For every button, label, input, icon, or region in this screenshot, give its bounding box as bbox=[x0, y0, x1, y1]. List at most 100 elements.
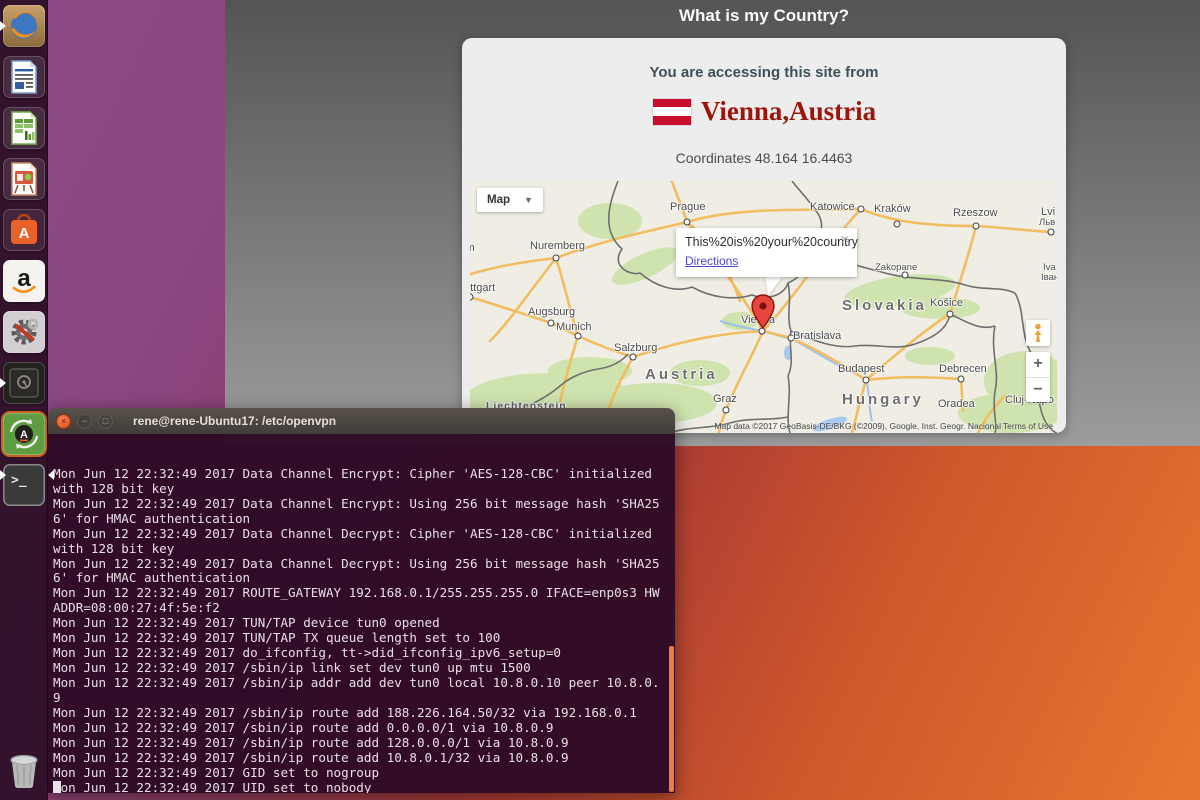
terminal-title: rene@rene-Ubuntu17: /etc/openvpn bbox=[133, 414, 337, 428]
geolocation-card: You are accessing this site from Vienna,… bbox=[462, 38, 1066, 433]
terminal-line: Mon Jun 12 22:32:49 2017 /sbin/ip route … bbox=[53, 749, 569, 765]
map-label: Salzburg bbox=[614, 342, 658, 354]
map-label: Košice bbox=[930, 297, 964, 309]
page-title: What is my Country? bbox=[678, 6, 849, 25]
terminal-window: × − □ rene@rene-Ubuntu17: /etc/openvpn M… bbox=[48, 408, 675, 793]
austria-flag-icon bbox=[651, 97, 692, 126]
info-window-tail bbox=[765, 276, 783, 296]
terminal-line: Mon Jun 12 22:32:49 2017 /sbin/ip addr a… bbox=[53, 675, 660, 691]
city-dot bbox=[957, 375, 965, 383]
launcher-item-firefox[interactable] bbox=[3, 5, 45, 47]
svg-text:a: a bbox=[17, 265, 31, 292]
zoom-control: + − bbox=[1026, 352, 1050, 402]
software-updater-icon: A bbox=[9, 419, 39, 449]
terminal-line: Mon Jun 12 22:32:49 2017 do_ifconfig, tt… bbox=[53, 645, 561, 661]
terms-link[interactable]: Terms of Use bbox=[1003, 421, 1053, 431]
map-label: Prague bbox=[670, 201, 706, 213]
running-indicator-terminal bbox=[0, 470, 6, 480]
marker-pin-icon[interactable] bbox=[749, 293, 777, 331]
libreoffice-calc-icon bbox=[11, 111, 37, 145]
google-map[interactable]: eimetuttgartNurembergAugsburgMunichSalzb… bbox=[470, 181, 1057, 433]
map-type-control[interactable]: Map ▼ bbox=[477, 188, 543, 212]
map-type-label: Map bbox=[487, 194, 510, 206]
launcher-item-terminal[interactable]: >_ bbox=[3, 464, 45, 506]
terminal-line: with 128 bit key bbox=[53, 480, 175, 496]
close-icon[interactable]: × bbox=[841, 232, 849, 246]
launcher-item-amazon[interactable]: a bbox=[3, 260, 45, 302]
svg-text:>_: >_ bbox=[11, 473, 27, 488]
zoom-out-button[interactable]: − bbox=[1026, 378, 1050, 403]
svg-text:A: A bbox=[20, 429, 28, 441]
libreoffice-writer-icon bbox=[11, 60, 37, 94]
map-label: Munich bbox=[556, 321, 592, 333]
terminal-line: ADDR=08:00:27:4f:5e:f2 bbox=[53, 600, 220, 616]
running-indicator-safe bbox=[0, 378, 6, 388]
terminal-line: Mon Jun 12 22:32:49 2017 Data Channel En… bbox=[53, 495, 660, 511]
zoom-in-button[interactable]: + bbox=[1026, 352, 1050, 377]
terminal-output[interactable]: Mon Jun 12 22:32:49 2017 Data Channel En… bbox=[48, 434, 675, 793]
map-label: Kraków bbox=[874, 203, 911, 215]
map-label: Graz bbox=[713, 393, 737, 405]
terminal-line: Mon Jun 12 22:32:49 2017 TUN/TAP device … bbox=[53, 615, 440, 631]
map-label: tuttgart bbox=[470, 282, 496, 294]
map-label: Slovakia bbox=[842, 297, 927, 314]
map-label: Hungary bbox=[842, 391, 924, 408]
terminal-line: 9 bbox=[53, 689, 61, 705]
coordinates-text: Coordinates 48.164 16.4463 bbox=[675, 150, 853, 166]
terminal-line: Mon Jun 12 22:32:49 2017 /sbin/ip route … bbox=[53, 704, 637, 720]
city-dot bbox=[629, 353, 637, 361]
launcher-item-libreoffice-impress[interactable] bbox=[3, 158, 45, 200]
launcher-item-safe[interactable] bbox=[3, 362, 45, 404]
map-label: Rzeszow bbox=[953, 207, 998, 219]
unity-launcher: A a A >_ bbox=[0, 0, 48, 800]
terminal-icon: >_ bbox=[11, 473, 27, 488]
launcher-item-libreoffice-calc[interactable] bbox=[3, 107, 45, 149]
pegman-control[interactable] bbox=[1026, 320, 1050, 346]
map-label: Bratislava bbox=[793, 330, 842, 342]
launcher-item-ubuntu-software[interactable]: A bbox=[3, 209, 45, 251]
map-label: Льв bbox=[1039, 217, 1056, 228]
city-dot bbox=[574, 332, 582, 340]
safe-icon bbox=[9, 368, 39, 398]
city-dot bbox=[857, 205, 865, 213]
terminal-scrollbar[interactable] bbox=[669, 646, 674, 792]
terminal-line: Mon Jun 12 22:32:49 2017 GID set to nogr… bbox=[53, 764, 380, 780]
map-label: Іван bbox=[1041, 272, 1057, 283]
launcher-item-software-updater[interactable]: A bbox=[3, 413, 45, 455]
city-dot bbox=[972, 222, 980, 230]
map-attribution: Map data ©2017 GeoBasis-DE/BKG (©2009), … bbox=[714, 421, 1001, 431]
minimize-button[interactable]: − bbox=[77, 413, 92, 429]
amazon-icon: a bbox=[12, 265, 36, 294]
terminal-line: Mon Jun 12 22:32:49 2017 ROUTE_GATEWAY 1… bbox=[53, 585, 660, 601]
city-dot bbox=[946, 310, 954, 318]
terminal-line: Mon Jun 12 22:32:49 2017 /sbin/ip route … bbox=[53, 719, 554, 735]
gear-wrench-icon bbox=[11, 318, 39, 345]
terminal-line: Mon Jun 12 22:32:49 2017 /sbin/ip link s… bbox=[53, 660, 531, 676]
terminal-line: Mon Jun 12 22:32:49 2017 Data Channel De… bbox=[53, 555, 660, 571]
map-label: Augsburg bbox=[528, 306, 576, 318]
terminal-line: 6' for HMAC authentication bbox=[53, 510, 251, 526]
launcher-item-trash[interactable] bbox=[3, 749, 45, 791]
maximize-button[interactable]: □ bbox=[98, 413, 113, 429]
terminal-line: with 128 bit key bbox=[53, 540, 175, 556]
chevron-down-icon: ▼ bbox=[524, 195, 533, 205]
location-row: Vienna,Austria bbox=[462, 96, 1066, 127]
terminal-line: Mon Jun 12 22:32:49 2017 UID set to nobo… bbox=[53, 779, 372, 793]
map-label: Nuremberg bbox=[530, 240, 586, 252]
info-window-title: This%20is%20your%20country bbox=[685, 235, 859, 249]
map-label: Debrecen bbox=[939, 363, 987, 375]
city-dot bbox=[893, 220, 901, 228]
close-button[interactable]: × bbox=[56, 413, 71, 429]
location-text: Vienna,Austria bbox=[700, 96, 877, 126]
directions-link[interactable]: Directions bbox=[685, 254, 738, 268]
launcher-item-system-settings[interactable] bbox=[3, 311, 45, 353]
map-label: Zakopane bbox=[875, 262, 918, 273]
map-label: Austria bbox=[645, 366, 718, 383]
city-dot bbox=[1047, 228, 1055, 236]
trash-icon bbox=[10, 754, 38, 789]
terminal-titlebar[interactable]: × − □ rene@rene-Ubuntu17: /etc/openvpn bbox=[48, 408, 675, 434]
city-dot bbox=[547, 319, 555, 327]
launcher-item-libreoffice-writer[interactable] bbox=[3, 56, 45, 98]
pegman-icon bbox=[1034, 323, 1042, 342]
terminal-line: Mon Jun 12 22:32:49 2017 Data Channel En… bbox=[53, 465, 652, 481]
